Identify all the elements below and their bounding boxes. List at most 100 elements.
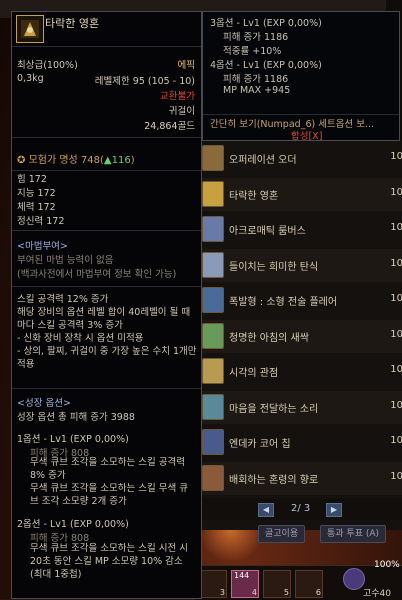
option1-desc: 무색 큐브 조각을 소모하는 스킬 공격력 8% 증가 무색 큐브 조각을 소모… — [30, 457, 188, 507]
opt3-line: 적중률 +10% — [223, 46, 282, 57]
item-count: 10 — [390, 364, 402, 375]
level-limit: 레벨제한 95 (105 - 10) — [94, 76, 195, 87]
item-list-row[interactable]: 폭발형 : 소형 전술 플레어 10 — [197, 284, 402, 317]
option2-desc: 무색 큐브 조각을 소모하는 스킬 시전 시 20초 동안 스킬 MP 소모량 … — [30, 543, 191, 580]
item-icon — [202, 322, 224, 349]
hotbar-slot-3[interactable]: 5 — [263, 570, 291, 598]
fame-icon: ✪ — [17, 155, 29, 166]
item-name: 배회하는 혼령의 향로 — [229, 474, 319, 486]
item-list-row[interactable]: 청명한 아침의 새싹 10 — [197, 319, 402, 353]
item-count: 10 — [390, 399, 402, 411]
divider — [12, 286, 201, 287]
magic-header: <마법부여> — [17, 241, 68, 252]
item-icon — [202, 393, 224, 420]
item-name: 엔데카 코어 칩 — [229, 439, 291, 450]
option2-title: 2옵션 - Lv1 (EXP 0,00%) — [17, 519, 129, 530]
hotbar-slot-1[interactable]: 3 — [199, 570, 227, 598]
item-list-row[interactable]: 타락한 영혼 10 — [197, 177, 402, 211]
hotbar: 3 144 4 5 6 고수40 — [195, 565, 402, 600]
item-name: 폭발형 : 소형 전술 플레어 — [229, 297, 338, 308]
item-price: 24,864골드 — [144, 121, 195, 132]
item-list-row[interactable]: 들이치는 희미한 탄식 10 — [197, 248, 402, 282]
hotbar-slot-4[interactable]: 6 — [295, 570, 323, 598]
slot-key: 3 — [219, 588, 225, 597]
prev-page-button[interactable]: ◀ — [258, 503, 274, 517]
opt4-dmg: 피해 증가 1186 — [223, 74, 289, 85]
divider — [12, 137, 201, 138]
divider — [12, 388, 201, 389]
growth-header: <성장 옵션> — [17, 398, 71, 409]
orb-icon — [343, 568, 365, 590]
item-name: 마음을 전달하는 소리 — [229, 403, 319, 415]
divider — [12, 46, 201, 47]
item-icon — [202, 216, 224, 242]
item-icon — [16, 15, 44, 43]
stat-str: 힘 172 — [17, 174, 47, 185]
item-count: 10 — [390, 328, 402, 340]
list-tabs: 골고이용 통과 투표 (A) — [258, 525, 402, 543]
item-count: 10 — [390, 186, 402, 198]
item-name: 타락한 영혼 — [45, 17, 100, 30]
item-name: 오퍼레이션 오더 — [229, 155, 297, 166]
item-icon — [202, 429, 224, 455]
item-list-row[interactable]: 배회하는 혼령의 향로 10 — [197, 461, 402, 495]
tab-left[interactable]: 골고이용 — [258, 525, 306, 543]
item-icon — [202, 251, 224, 278]
item-name: 들이치는 희미한 탄식 — [229, 261, 319, 273]
slot-key: 4 — [251, 588, 257, 597]
hotbar-slot-2[interactable]: 144 4 — [231, 570, 259, 598]
adventurer-fame: ✪ 모험가 명성 748(▲116) — [17, 151, 135, 166]
slot-count: 144 — [234, 571, 250, 580]
skill-description: 스킬 공격력 12% 증가 해당 장비의 옵션 레벨 합이 40레벨이 될 때마… — [17, 294, 197, 370]
item-grade: 최상급(100%) — [17, 60, 78, 71]
item-icon — [202, 464, 224, 491]
divider — [12, 230, 201, 231]
magic-line-2: (백과사전에서 마법부여 정보 확인 가능) — [17, 269, 177, 280]
opt3-dmg: 피해 증가 1186 — [223, 32, 289, 43]
item-icon — [202, 358, 224, 384]
item-icon — [202, 145, 224, 171]
page-indicator: 2/ 3 — [291, 503, 311, 514]
item-name: 청명한 아침의 새싹 — [229, 332, 309, 344]
hp-percent: 100% — [374, 560, 400, 570]
fame-close: ) — [130, 155, 135, 166]
item-slot: 귀걸이 — [168, 106, 195, 117]
item-list-row[interactable]: 엔데카 코어 칩 10 — [197, 426, 402, 459]
item-list-row[interactable]: 아크로매틱 룸버스 10 — [197, 213, 402, 246]
item-list-row[interactable]: 마음을 전달하는 소리 10 — [197, 390, 402, 424]
item-count: 10 — [390, 151, 402, 162]
growth-total: 성장 옵션 총 피해 증가 3988 — [17, 412, 135, 423]
list-pager: ◀ 2/ 3 ▶ — [196, 498, 402, 520]
next-page-button[interactable]: ▶ — [326, 503, 342, 517]
item-count: 10 — [390, 435, 402, 446]
item-name: 아크로매틱 룸버스 — [229, 226, 306, 237]
divider — [203, 114, 399, 115]
fame-up: ▲116 — [103, 155, 131, 166]
slot-key: 6 — [315, 588, 321, 597]
item-list-window: 오퍼레이션 오더 10 타락한 영혼 10 아크로매틱 룸버스 10 들이치는 희미한 탄식… — [196, 140, 402, 530]
option1-title: 1옵션 - Lv1 (EXP 0,00%) — [17, 434, 129, 445]
item-rarity: 에픽 — [177, 60, 195, 71]
item-count: 10 — [390, 470, 402, 482]
opt4-title: 4옵션 - Lv1 (EXP 0,00%) — [210, 60, 322, 71]
item-list-row[interactable]: 시각의 관점 10 — [197, 355, 402, 388]
stat-vit: 체력 172 — [17, 202, 56, 213]
magic-line-1: 부여된 마법 능력이 없음 — [17, 255, 114, 266]
item-name: 타락한 영혼 — [229, 190, 279, 202]
stat-int: 지능 172 — [17, 188, 56, 199]
item-icon — [202, 287, 224, 313]
item-count: 10 — [390, 257, 402, 269]
opt4-line: MP MAX +945 — [223, 85, 291, 96]
item-icon — [202, 180, 224, 207]
fame-label: 모험가 명성 748( — [28, 155, 104, 166]
stat-spi: 정신력 172 — [17, 216, 65, 227]
item-tooltip: 타락한 영혼 최상급(100%) 에픽 0,3kg 레벨제한 95 (105 -… — [11, 11, 202, 599]
opt3-title: 3옵션 - Lv1 (EXP 0,00%) — [210, 18, 322, 29]
grade-label: 고수40 — [363, 589, 392, 599]
tab-right[interactable]: 통과 투표 (A) — [320, 525, 387, 543]
soul-icon — [21, 20, 39, 38]
item-name: 시각의 관점 — [229, 368, 279, 379]
item-list-row[interactable]: 오퍼레이션 오더 10 — [197, 142, 402, 175]
synthesis-label: 합성[X] — [291, 131, 323, 142]
item-weight: 0,3kg — [17, 73, 44, 84]
